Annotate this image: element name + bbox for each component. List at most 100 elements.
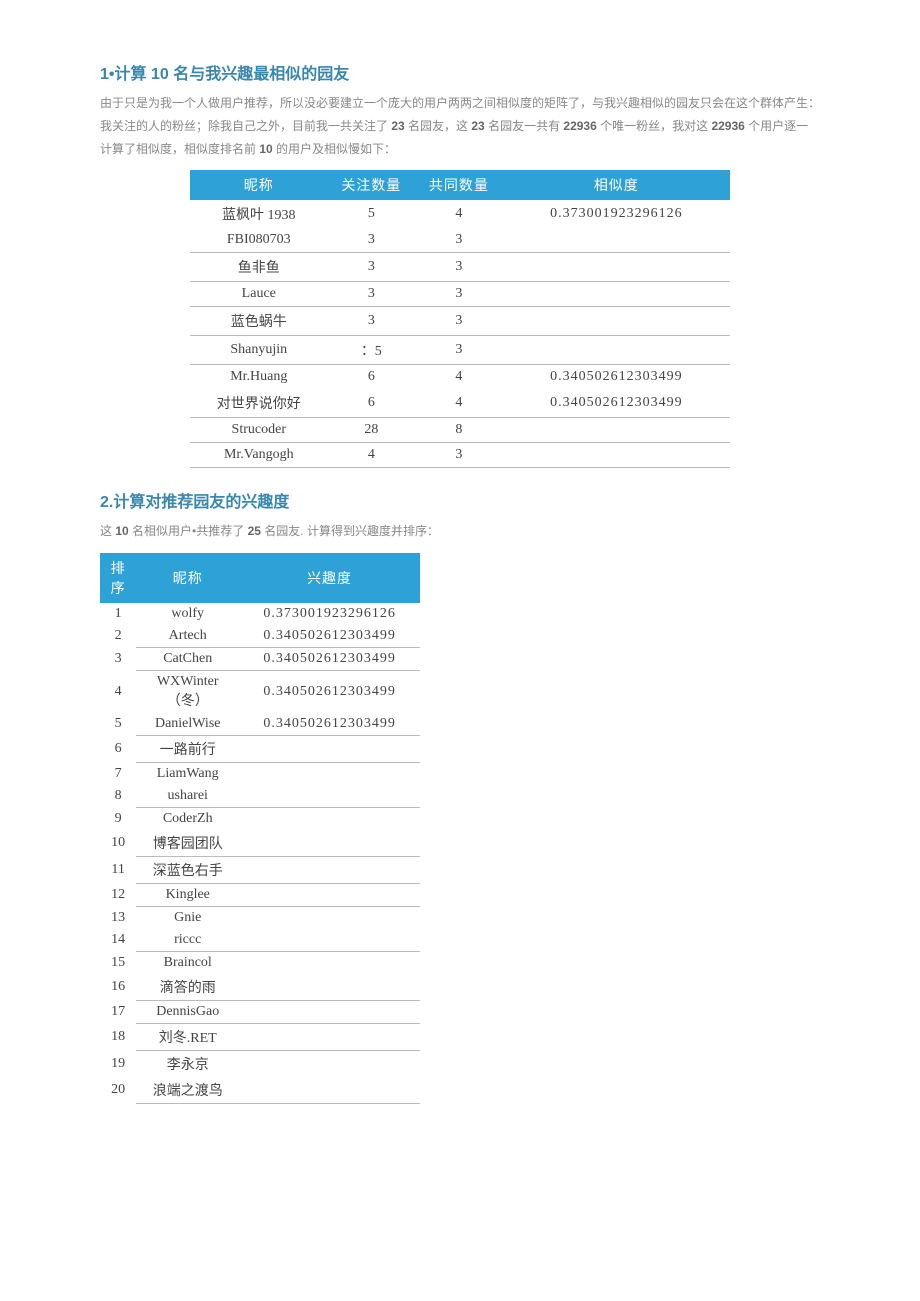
- cell-name: 一路前行: [136, 736, 239, 763]
- cell-common: 3: [415, 336, 503, 365]
- cell-similarity: 0.373001923296126: [503, 200, 730, 228]
- cell-name: 蓝色蜗牛: [190, 307, 328, 336]
- intro-num: 25: [248, 524, 261, 538]
- cell-interest: [239, 974, 420, 1001]
- cell-similarity: [503, 443, 730, 468]
- table-row: 20浪端之渡鸟: [100, 1077, 420, 1104]
- section2-intro: 这 10 名相似用户•共推荐了 25 名园友. 计算得到兴趣度并排序：: [100, 520, 820, 543]
- table-row: 12Kinglee: [100, 884, 420, 907]
- cell-rank: 1: [100, 603, 136, 625]
- cell-common: 4: [415, 389, 503, 418]
- intro-num: 22936: [711, 119, 744, 133]
- cell-interest: [239, 785, 420, 808]
- cell-rank: 19: [100, 1051, 136, 1078]
- cell-rank: 10: [100, 830, 136, 857]
- cell-rank: 8: [100, 785, 136, 808]
- cell-name: Mr.Huang: [190, 365, 328, 390]
- cell-follow: 5: [328, 200, 416, 228]
- cell-name: wolfy: [136, 603, 239, 625]
- cell-interest: [239, 736, 420, 763]
- intro-text: 名园友，这: [405, 119, 472, 133]
- table-row: Mr.Huang640.340502612303499: [190, 365, 730, 390]
- table-row: 16滴答的雨: [100, 974, 420, 1001]
- cell-similarity: [503, 418, 730, 443]
- cell-follow: 6: [328, 389, 416, 418]
- cell-name: Braincol: [136, 952, 239, 975]
- intro-text: 名园友一共有: [485, 119, 564, 133]
- cell-interest: [239, 1001, 420, 1024]
- cell-similarity: [503, 336, 730, 365]
- cell-name: Shanyujin: [190, 336, 328, 365]
- cell-interest: [239, 1024, 420, 1051]
- cell-name: DanielWise: [136, 713, 239, 736]
- table-row: 5DanielWise0.340502612303499: [100, 713, 420, 736]
- cell-interest: [239, 830, 420, 857]
- cell-similarity: [503, 282, 730, 307]
- cell-interest: 0.340502612303499: [239, 625, 420, 648]
- table-row: 2Artech0.340502612303499: [100, 625, 420, 648]
- cell-rank: 18: [100, 1024, 136, 1051]
- cell-name: 对世界说你好: [190, 389, 328, 418]
- section1-title: 1•计算 10 名与我兴趣最相似的园友: [100, 60, 820, 84]
- table-row: 18刘冬.RET: [100, 1024, 420, 1051]
- cell-name: 刘冬.RET: [136, 1024, 239, 1051]
- cell-name: Artech: [136, 625, 239, 648]
- table-row: 17DennisGao: [100, 1001, 420, 1024]
- col-common: 共同数量: [415, 170, 503, 200]
- cell-follow: 3: [328, 282, 416, 307]
- cell-common: 3: [415, 282, 503, 307]
- cell-similarity: [503, 307, 730, 336]
- table-row: 3CatChen0.340502612303499: [100, 648, 420, 671]
- table-row: Strucoder288: [190, 418, 730, 443]
- table-row: Lauce33: [190, 282, 730, 307]
- cell-rank: 13: [100, 907, 136, 930]
- cell-follow: 3: [328, 253, 416, 282]
- col-follow: 关注数量: [328, 170, 416, 200]
- cell-rank: 7: [100, 763, 136, 786]
- cell-common: 4: [415, 200, 503, 228]
- cell-rank: 6: [100, 736, 136, 763]
- cell-follow: 4: [328, 443, 416, 468]
- cell-common: 3: [415, 443, 503, 468]
- cell-name: Gnie: [136, 907, 239, 930]
- cell-follow: 6: [328, 365, 416, 390]
- col-similarity: 相似度: [503, 170, 730, 200]
- intro-text: 这: [100, 524, 115, 538]
- table-row: 4WXWinter（冬）0.340502612303499: [100, 671, 420, 714]
- cell-rank: 15: [100, 952, 136, 975]
- table-header-row: 昵称 关注数量 共同数量 相似度: [190, 170, 730, 200]
- table-row: 1wolfy0.373001923296126: [100, 603, 420, 625]
- cell-interest: [239, 1051, 420, 1078]
- cell-rank: 11: [100, 857, 136, 884]
- cell-rank: 16: [100, 974, 136, 1001]
- cell-name: DennisGao: [136, 1001, 239, 1024]
- cell-interest: 0.373001923296126: [239, 603, 420, 625]
- cell-rank: 9: [100, 808, 136, 831]
- cell-similarity: 0.340502612303499: [503, 389, 730, 418]
- cell-name: 浪端之渡鸟: [136, 1077, 239, 1104]
- cell-name: usharei: [136, 785, 239, 808]
- col-name: 昵称: [136, 553, 239, 603]
- cell-name: WXWinter（冬）: [136, 671, 239, 714]
- cell-rank: 5: [100, 713, 136, 736]
- col-name: 昵称: [190, 170, 328, 200]
- table-row: 鱼非鱼33: [190, 253, 730, 282]
- cell-rank: 17: [100, 1001, 136, 1024]
- cell-interest: [239, 1077, 420, 1104]
- cell-follow: 28: [328, 418, 416, 443]
- cell-follow: ：5: [328, 336, 416, 365]
- cell-interest: 0.340502612303499: [239, 713, 420, 736]
- cell-rank: 4: [100, 671, 136, 714]
- col-rank: 排序: [100, 553, 136, 603]
- table-row: 蓝枫叶 1938540.373001923296126: [190, 200, 730, 228]
- cell-interest: [239, 808, 420, 831]
- cell-follow: 3: [328, 228, 416, 253]
- cell-name: LiamWang: [136, 763, 239, 786]
- table-row: 15Braincol: [100, 952, 420, 975]
- cell-follow: 3: [328, 307, 416, 336]
- cell-rank: 3: [100, 648, 136, 671]
- table-row: 19李永京: [100, 1051, 420, 1078]
- table-row: 7LiamWang: [100, 763, 420, 786]
- cell-name: Kinglee: [136, 884, 239, 907]
- cell-name: 博客园团队: [136, 830, 239, 857]
